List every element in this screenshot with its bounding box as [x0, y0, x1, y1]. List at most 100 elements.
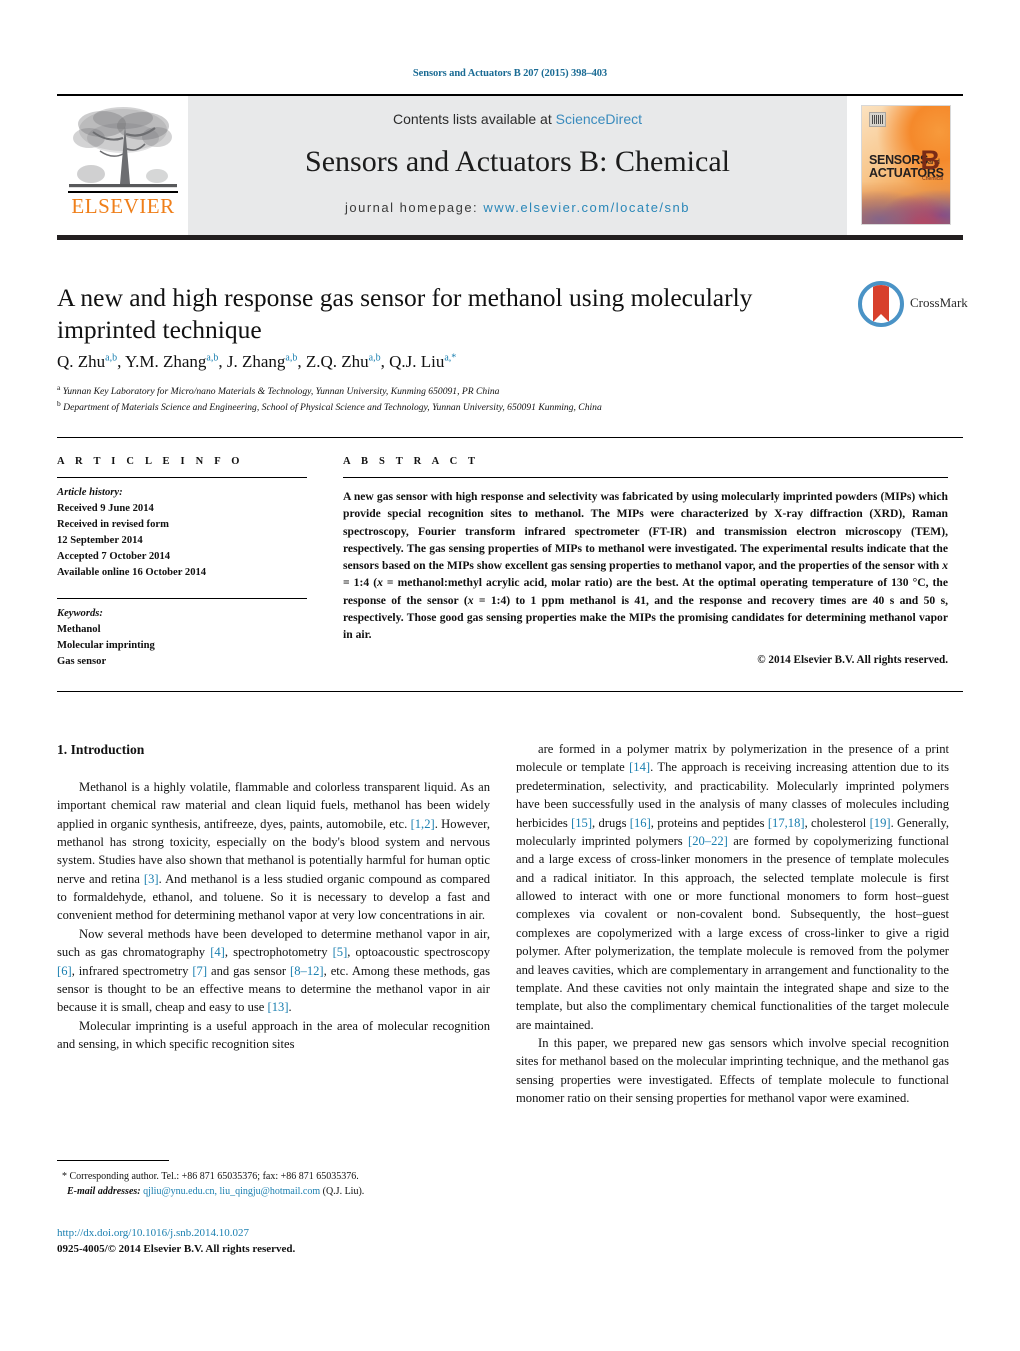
- issn-copyright-line: 0925-4005/© 2014 Elsevier B.V. All right…: [57, 1242, 296, 1255]
- article-history-label: Article history:: [57, 487, 123, 498]
- corresponding-author-footnote: * Corresponding author. Tel.: +86 871 65…: [57, 1170, 490, 1199]
- keywords-label: Keywords:: [57, 607, 103, 619]
- journal-cover-letter-sub: Chemical: [922, 176, 943, 182]
- citation-ref[interactable]: [17,18]: [768, 816, 805, 830]
- citation-ref[interactable]: [1,2]: [411, 817, 435, 831]
- section-heading-introduction: 1. Introduction: [57, 742, 145, 757]
- citation-ref[interactable]: [5]: [333, 945, 348, 959]
- journal-cover-letter: B: [920, 145, 941, 175]
- footnote-line-1: * Corresponding author. Tel.: +86 871 65…: [57, 1170, 490, 1185]
- author-affil-marker[interactable]: a,b: [369, 352, 381, 363]
- journal-masthead: ELSEVIER Contents lists available at Sci…: [57, 94, 963, 240]
- keyword: Gas sensor: [57, 655, 107, 667]
- citation-ref[interactable]: [13]: [268, 1000, 289, 1014]
- elsevier-wordmark: ELSEVIER: [71, 194, 175, 218]
- paragraph: Methanol is a highly volatile, flammable…: [57, 779, 491, 923]
- abstract-heading: A B S T R A C T: [343, 456, 480, 467]
- running-head: Sensors and Actuators B 207 (2015) 398–4…: [412, 68, 608, 79]
- history-item: Received 9 June 2014: [57, 503, 154, 515]
- contents-prefix: Contents lists available at: [392, 111, 556, 127]
- crossmark-bookmark-icon: [873, 285, 889, 322]
- citation-ref[interactable]: [7]: [192, 964, 207, 978]
- email-link[interactable]: qjliu@ynu.edu.cn, liu_qingju@hotmail.com: [143, 1186, 320, 1197]
- article-history: Article history: Received 9 June 2014 Re…: [57, 485, 307, 582]
- footnote-marker: *: [62, 1171, 67, 1182]
- body-column-right: are formed in a polymer matrix by polyme…: [516, 740, 949, 1108]
- footnote-rule: [57, 1160, 169, 1161]
- citation-ref[interactable]: [4]: [210, 945, 225, 959]
- doi-footer: http://dx.doi.org/10.1016/j.snb.2014.10.…: [57, 1226, 557, 1258]
- citation-ref[interactable]: [3]: [144, 872, 159, 886]
- keywords-block: Keywords: Methanol Molecular imprinting …: [57, 606, 307, 670]
- history-item: Available online 16 October 2014: [57, 567, 207, 579]
- author-affil-marker[interactable]: a,b: [285, 352, 297, 363]
- abstract-text: A new gas sensor with high response and …: [343, 490, 948, 642]
- paragraph: In this paper, we prepared new gas senso…: [516, 1036, 949, 1106]
- citation-ref[interactable]: [19]: [870, 816, 891, 830]
- body-column-left: 1. Introduction Methanol is a highly vol…: [57, 740, 490, 1053]
- article-info-section: A R T I C L E I N F O Article history: R…: [57, 456, 307, 670]
- author: J. Zhanga,b: [226, 352, 298, 371]
- crossmark-badge[interactable]: CrossMark: [858, 281, 968, 333]
- affiliation-list: a Yunnan Key Laboratory for Micro/nano M…: [57, 383, 937, 415]
- history-item: Accepted 7 October 2014: [57, 551, 171, 563]
- article-info-heading: A R T I C L E I N F O: [57, 456, 244, 467]
- article-info-divider: [57, 477, 307, 478]
- abstract-divider: [343, 477, 948, 478]
- citation-ref[interactable]: [16]: [630, 816, 651, 830]
- crossmark-label: CrossMark: [910, 295, 968, 310]
- citation-ref[interactable]: [20–22]: [688, 834, 728, 848]
- abstract-section: A B S T R A C T A new gas sensor with hi…: [343, 456, 948, 666]
- info-bottom-rule: [57, 691, 963, 692]
- abstract-copyright: © 2014 Elsevier B.V. All rights reserved…: [757, 654, 948, 667]
- journal-cover-art: SENSORSand ACTUATORS B Chemical: [861, 105, 951, 225]
- author-affil-marker[interactable]: a,b: [105, 352, 117, 363]
- author: Q.J. Liua,*: [389, 352, 457, 371]
- paragraph: Now several methods have been developed …: [57, 926, 490, 1015]
- keywords-divider: [57, 597, 307, 599]
- author-list: Q. Zhua,b, Y.M. Zhanga,b, J. Zhanga,b, Z…: [57, 352, 457, 371]
- abstract-x-var: x: [942, 559, 948, 573]
- history-item: Received in revised form: [57, 519, 169, 531]
- paragraph: are formed in a polymer matrix by polyme…: [516, 742, 949, 1032]
- email-suffix: (Q.J. Liu).: [320, 1185, 365, 1197]
- citation-ref[interactable]: [8–12]: [290, 964, 324, 978]
- masthead-center: Contents lists available at ScienceDirec…: [188, 96, 847, 235]
- citation-ref[interactable]: [6]: [57, 964, 72, 978]
- affiliation: b Department of Materials Science and En…: [57, 399, 602, 414]
- doi-link[interactable]: http://dx.doi.org/10.1016/j.snb.2014.10.…: [57, 1226, 557, 1242]
- journal-homepage-line: journal homepage: www.elsevier.com/locat…: [188, 200, 847, 215]
- elsevier-tree-icon: [69, 107, 177, 188]
- journal-cover-gradient: [862, 182, 950, 224]
- info-top-rule: [57, 437, 963, 438]
- article-page: Sensors and Actuators B 207 (2015) 398–4…: [0, 0, 1020, 1351]
- author: Q. Zhua,b: [57, 352, 118, 371]
- paragraph: Molecular imprinting is a useful approac…: [57, 1018, 490, 1052]
- email-label: E-mail addresses:: [67, 1185, 141, 1197]
- affiliation: a Yunnan Key Laboratory for Micro/nano M…: [57, 383, 500, 398]
- journal-title: Sensors and Actuators B: Chemical: [305, 145, 730, 178]
- author-affil-marker[interactable]: a,*: [444, 352, 456, 363]
- journal-cover-stamp-icon: [869, 112, 886, 127]
- journal-cover-thumbnail: SENSORSand ACTUATORS B Chemical: [847, 96, 963, 235]
- crossmark-icon: [858, 281, 904, 327]
- author-affil-marker[interactable]: a,b: [206, 352, 218, 363]
- history-item: 12 September 2014: [57, 535, 143, 547]
- keyword: Molecular imprinting: [57, 639, 155, 651]
- elsevier-logo: ELSEVIER: [57, 96, 188, 235]
- citation-ref[interactable]: [15]: [571, 816, 592, 830]
- homepage-label: journal homepage:: [344, 200, 479, 215]
- page-title: A new and high response gas sensor for m…: [57, 283, 753, 344]
- masthead-bottom-rule: [57, 235, 963, 240]
- homepage-url-link[interactable]: www.elsevier.com/locate/snb: [483, 200, 690, 215]
- keyword: Methanol: [57, 623, 101, 635]
- footnote-line-2: E-mail addresses: qjliu@ynu.edu.cn, liu_…: [57, 1185, 490, 1200]
- footnote-text: Corresponding author. Tel.: +86 871 6503…: [69, 1171, 359, 1182]
- contents-line: Contents lists available at ScienceDirec…: [188, 111, 847, 127]
- author: Z.Q. Zhua,b: [305, 352, 381, 371]
- citation-ref[interactable]: [14]: [629, 760, 650, 774]
- masthead-inner: ELSEVIER Contents lists available at Sci…: [57, 96, 963, 235]
- author: Y.M. Zhanga,b: [125, 352, 219, 371]
- sciencedirect-link[interactable]: ScienceDirect: [556, 111, 642, 127]
